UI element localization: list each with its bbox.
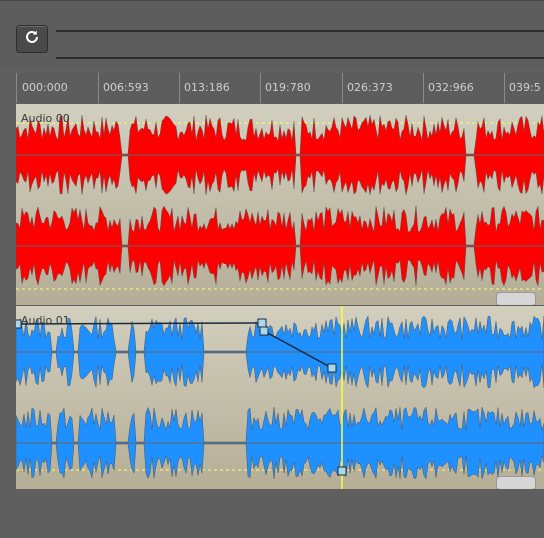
waveform-audio-00[interactable] (16, 104, 544, 305)
ruler-tick-label: 013:186 (184, 81, 230, 94)
playhead-point[interactable] (337, 466, 347, 476)
scrub-bar-lower[interactable] (56, 57, 544, 59)
waveform-audio-01[interactable] (16, 306, 544, 489)
track-label: Audio 00 (21, 112, 70, 125)
track-scroll-handle[interactable] (496, 292, 536, 305)
ruler-tick-label: 039:5 (509, 81, 541, 94)
ruler-tick (504, 73, 505, 103)
refresh-button[interactable] (16, 25, 48, 53)
track-scroll-handle[interactable] (496, 476, 536, 489)
ruler-tick (179, 73, 180, 103)
envelope-point[interactable] (327, 363, 337, 373)
audio-track-01[interactable]: Audio 01 (16, 306, 544, 489)
ruler-tick (423, 73, 424, 103)
ruler-tick-label: 026:373 (347, 81, 393, 94)
audio-track-00[interactable]: Audio 00 (16, 104, 544, 305)
track-label: Audio 01 (21, 314, 70, 327)
ruler-tick (98, 73, 99, 103)
ruler-tick-label: 019:780 (265, 81, 311, 94)
ruler-tick (16, 73, 17, 103)
refresh-icon (23, 28, 41, 50)
timeline-ruler[interactable]: 000:000 006:593 013:186 019:780 026:373 … (16, 73, 544, 103)
ruler-tick-label: 006:593 (103, 81, 149, 94)
envelope-point[interactable] (257, 318, 267, 328)
scrub-bar-upper[interactable] (56, 30, 544, 32)
envelope-point[interactable] (259, 326, 269, 336)
toolbar (0, 0, 544, 69)
ruler-tick (260, 73, 261, 103)
ruler-tick-label: 000:000 (22, 81, 68, 94)
ruler-tick (342, 73, 343, 103)
ruler-tick-label: 032:966 (428, 81, 474, 94)
empty-area (0, 490, 544, 538)
